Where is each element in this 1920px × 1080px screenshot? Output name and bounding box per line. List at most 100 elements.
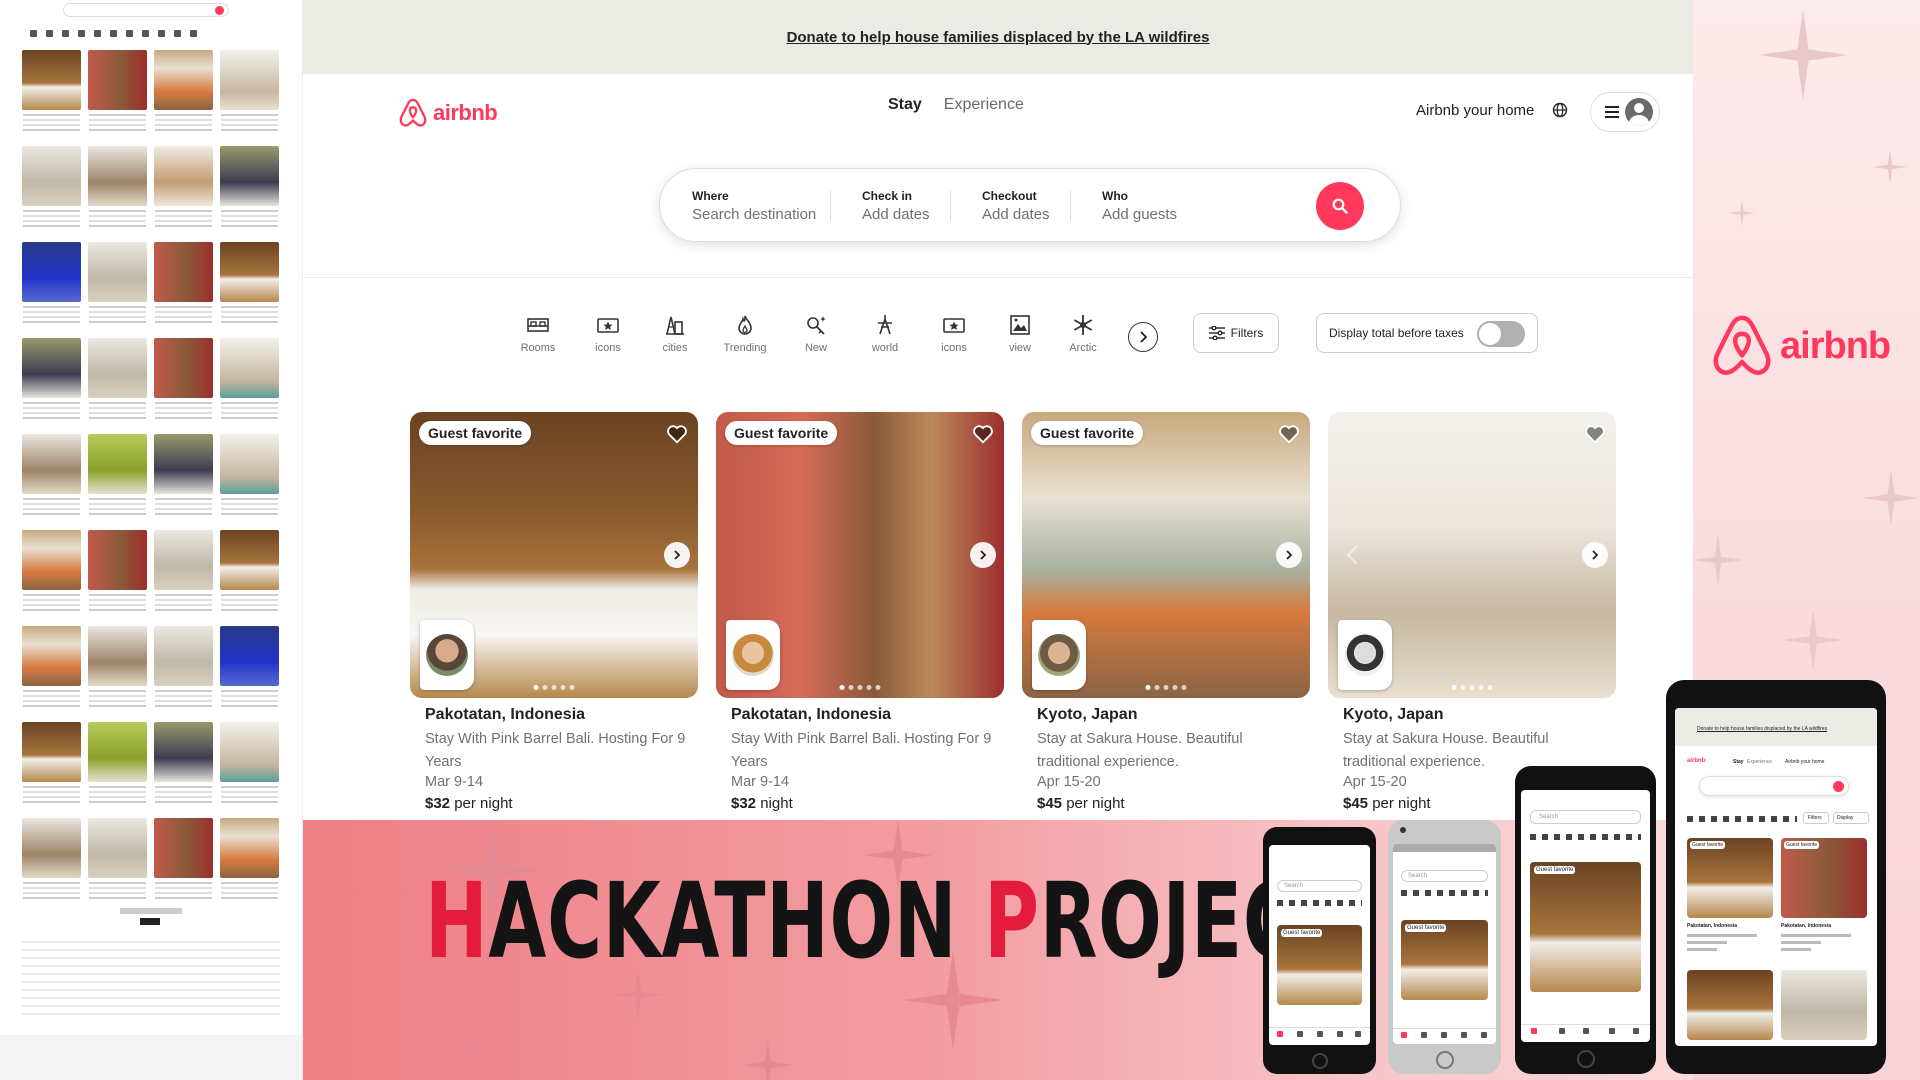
thumbnail-category-bar [30, 30, 270, 40]
thumbnail-show-more-button [140, 918, 160, 925]
check-in-label: Check in [862, 189, 913, 203]
check-in-field[interactable]: Check in Add dates [862, 189, 930, 223]
photo-next-button[interactable] [1582, 542, 1608, 568]
profile-menu-button[interactable] [1590, 92, 1660, 132]
who-field[interactable]: Who Add guests [1102, 189, 1177, 223]
mockup-badge: Guest favorite [1405, 924, 1447, 932]
who-label: Who [1102, 189, 1128, 203]
listing-location: Pakotatan, Indonesia [425, 706, 586, 723]
mockup-banner: Donate to help house families displaced … [1697, 726, 1828, 732]
filters-button[interactable]: Filters [1193, 313, 1279, 353]
listing-dates: Apr 15-20 [1037, 774, 1101, 790]
airbnb-logo[interactable]: airbnb [399, 98, 498, 128]
where-field[interactable]: Where Search destination [692, 189, 816, 223]
mockup-tab-experience: Experience [1747, 759, 1773, 765]
category-scroll-next-button[interactable] [1128, 322, 1158, 352]
listing-price: $32 night [731, 795, 1004, 812]
listing-photo[interactable]: Guest favorite [410, 412, 698, 698]
search-button[interactable] [1316, 182, 1364, 230]
listing-price-amount: $45 [1343, 795, 1369, 812]
mockup-badge: Guest favorite [1281, 929, 1323, 937]
category-world[interactable]: world [855, 313, 915, 354]
category-icons[interactable]: icons [578, 313, 638, 354]
heart-icon[interactable] [666, 423, 688, 445]
phone-mockup-2: Search Guest favorite [1388, 820, 1501, 1074]
listing-card[interactable]: Guest favorite Kyoto, Japan Stay at Saku… [1022, 412, 1310, 812]
sparkle-star-icon [1863, 470, 1919, 526]
listing-dates: Mar 9-14 [425, 774, 484, 790]
heart-icon[interactable] [972, 423, 994, 445]
listing-price-suffix: per night [1372, 795, 1431, 812]
category-view[interactable]: view [990, 313, 1050, 354]
listing-price: $45 per night [1037, 795, 1310, 812]
mockup-badge: Guest favorite [1534, 866, 1576, 874]
thumbnail-search-bar [63, 3, 229, 17]
chevron-right-icon [1286, 550, 1293, 560]
sparkle-star-icon [1873, 150, 1907, 184]
display-total-label: Display total before taxes [1329, 326, 1464, 340]
host-avatar [420, 620, 474, 690]
tab-stay[interactable]: Stay [888, 96, 922, 114]
globe-icon[interactable] [1552, 102, 1568, 118]
listing-card[interactable]: Guest favorite Pakotatan, Indonesia Stay… [410, 412, 698, 812]
listing-description: Stay at Sakura House. Beautiful traditio… [1037, 731, 1243, 770]
listing-description: Stay With Pink Barrel Bali. Hosting For … [731, 731, 992, 770]
category-icons-2[interactable]: icons [924, 313, 984, 354]
mockup-host-link: Airbnb your home [1785, 759, 1825, 765]
display-total-toggle-container: Display total before taxes [1316, 313, 1538, 353]
category-cities[interactable]: cities [645, 313, 705, 354]
headline-letter-h: H [425, 860, 489, 982]
mockup-search-placeholder: Search [1284, 883, 1304, 889]
view-icon [1010, 315, 1030, 335]
sparkle-star-icon [1758, 10, 1848, 100]
listing-card[interactable]: Guest favorite Pakotatan, Indonesia Stay… [716, 412, 1004, 812]
headline-word-1: ACKATHON [488, 860, 958, 982]
airbnb-logo-icon [1713, 315, 1771, 375]
sparkle-star-icon [1729, 200, 1755, 226]
category-bar: Rooms icons cities Trending New world ic… [303, 278, 1693, 378]
checkout-field[interactable]: Checkout Add dates [982, 189, 1050, 223]
logo-wordmark: airbnb [433, 100, 498, 125]
sliders-icon [1208, 326, 1225, 340]
search-icon [1332, 198, 1348, 214]
listing-photo[interactable]: Guest favorite [1022, 412, 1310, 698]
listing-price-suffix: per night [1066, 795, 1125, 812]
thumbnail-footer [0, 1035, 302, 1080]
listing-photo[interactable]: Guest favorite [716, 412, 1004, 698]
photo-prev-icon[interactable] [1340, 542, 1366, 568]
listing-photo[interactable] [1328, 412, 1616, 698]
category-label: view [1008, 342, 1031, 354]
listing-card[interactable]: Kyoto, Japan Stay at Sakura House. Beaut… [1328, 412, 1616, 812]
display-total-toggle[interactable] [1477, 321, 1525, 347]
heart-icon[interactable] [1584, 423, 1606, 445]
photo-next-button[interactable] [1276, 542, 1302, 568]
tab-experience[interactable]: Experience [944, 96, 1024, 114]
category-rooms[interactable]: Rooms [508, 313, 568, 354]
donation-link[interactable]: Donate to help house families displaced … [787, 29, 1210, 46]
photo-next-button[interactable] [664, 542, 690, 568]
photo-next-button[interactable] [970, 542, 996, 568]
hackathon-banner: HACKATHON PROJECT Search Guest favorite … [303, 680, 1886, 1080]
full-page-thumbnail [0, 0, 303, 1080]
side-airbnb-logo: airbnb [1712, 314, 1891, 378]
listing-price: $32 per night [425, 795, 698, 812]
listing-grid: Guest favorite Pakotatan, Indonesia Stay… [303, 412, 1693, 820]
user-avatar-icon [1625, 98, 1653, 126]
category-label: Arctic [1069, 342, 1097, 354]
category-new[interactable]: New [786, 313, 846, 354]
who-placeholder: Add guests [1102, 206, 1178, 223]
heart-icon[interactable] [1278, 423, 1300, 445]
category-arctic[interactable]: Arctic [1053, 313, 1113, 354]
thumbnail-listing-grid [22, 50, 280, 884]
star-ticket-icon [943, 318, 965, 333]
sparkle-key-icon [807, 316, 826, 335]
airbnb-your-home-link[interactable]: Airbnb your home [1416, 102, 1534, 119]
airbnb-logo-icon [399, 98, 427, 127]
mockup-card2-title: Pakotatan, Indonesia [1781, 923, 1832, 929]
category-trending[interactable]: Trending [715, 313, 775, 354]
mockup-logo: airbnb [1687, 758, 1706, 764]
photo-carousel-dots [1145, 685, 1187, 690]
chevron-right-icon [1140, 331, 1148, 343]
headline-letter-p: P [984, 860, 1040, 982]
listing-price-amount: $32 [731, 795, 757, 812]
